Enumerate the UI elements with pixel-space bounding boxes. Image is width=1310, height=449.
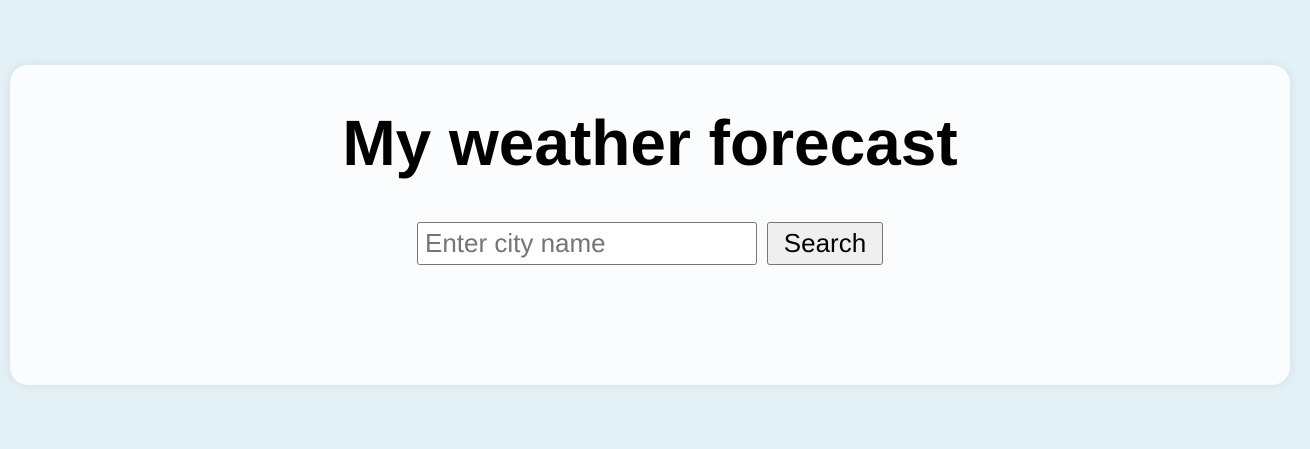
search-form: Search: [10, 222, 1290, 265]
weather-card: My weather forecast Search: [10, 65, 1290, 385]
city-search-input[interactable]: [417, 222, 757, 265]
search-button[interactable]: Search: [767, 222, 883, 265]
page-title: My weather forecast: [342, 107, 958, 179]
